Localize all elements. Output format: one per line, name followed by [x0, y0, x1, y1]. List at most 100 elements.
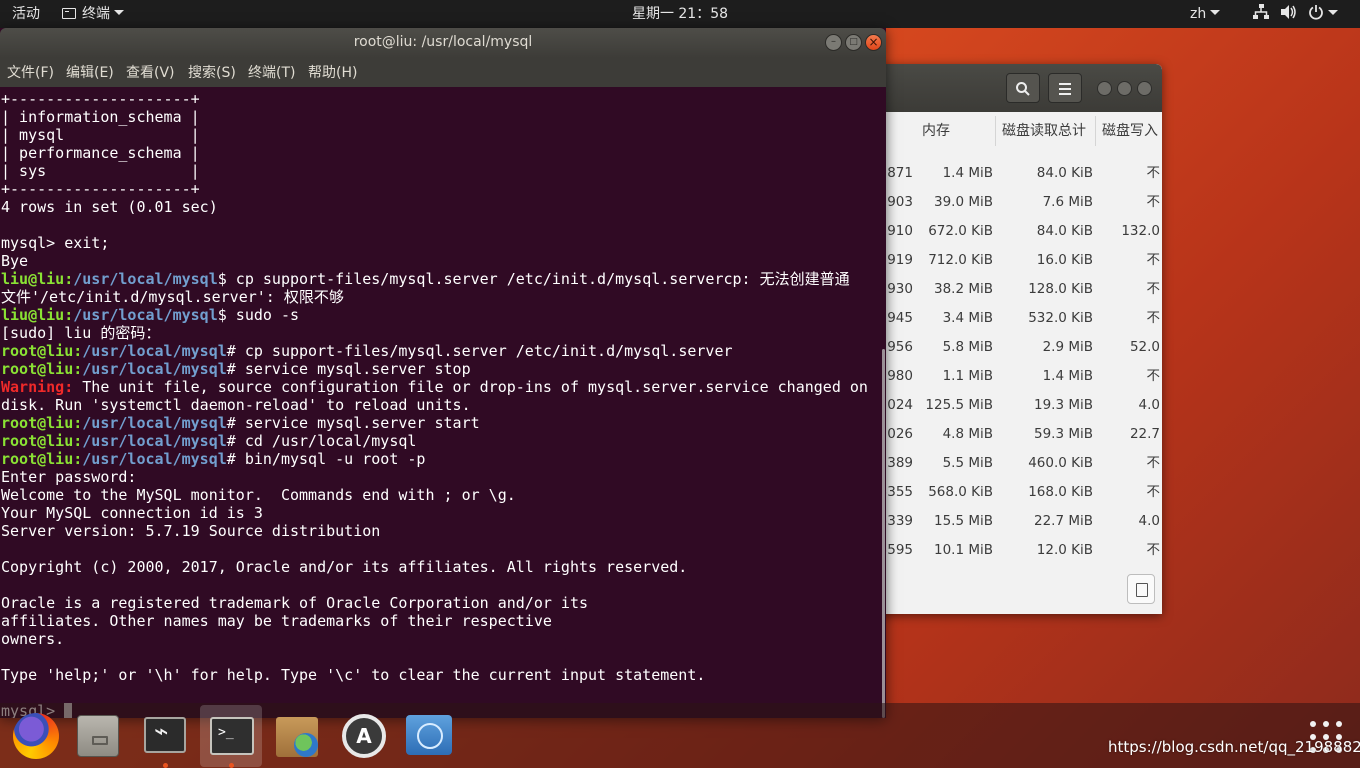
column-header-memory[interactable]: 内存	[916, 116, 996, 146]
cell-write: 不	[1146, 281, 1161, 297]
prompt-path: /usr/local/mysql	[73, 270, 218, 288]
table-row[interactable]: 903 39.0 MiB 7.6 MiB 不	[860, 188, 1162, 217]
line-text: disk. Run 'systemctl daemon-reload' to r…	[1, 396, 471, 414]
end-process-button[interactable]	[1127, 574, 1155, 604]
scrollbar[interactable]	[882, 87, 886, 718]
cell-read: 128.0 KiB	[1028, 281, 1093, 297]
running-indicator	[163, 763, 168, 768]
line-text: | performance_schema |	[1, 144, 200, 162]
line-text: 4 rows in set (0.01 sec)	[1, 198, 218, 216]
prompt-path: /usr/local/mysql	[82, 360, 227, 378]
terminal-icon: >_	[210, 717, 254, 755]
terminal-line: liu@liu:/usr/local/mysql$ sudo -s	[1, 306, 299, 324]
table-row[interactable]: 980 1.1 MiB 1.4 MiB 不	[860, 362, 1162, 391]
table-row[interactable]: 2026 4.8 MiB 59.3 MiB 22.7	[860, 420, 1162, 449]
line-text: service mysql.server stop	[235, 360, 471, 378]
line-text: cp support-files/mysql.server /etc/init.…	[235, 342, 733, 360]
prompt-symbol: #	[226, 360, 236, 378]
table-row[interactable]: 3339 15.5 MiB 22.7 MiB 4.0	[860, 507, 1162, 536]
menu-button[interactable]	[1048, 73, 1082, 103]
table-row[interactable]: 956 5.8 MiB 2.9 MiB 52.0	[860, 333, 1162, 362]
dock-files[interactable]	[67, 705, 129, 767]
dock-software-updater[interactable]: A	[331, 705, 393, 767]
maximize-button[interactable]	[845, 34, 862, 51]
power-menu[interactable]	[1308, 0, 1338, 28]
dock-terminal[interactable]: >_	[200, 705, 262, 768]
input-language-menu[interactable]: zh	[1190, 0, 1221, 28]
terminal-line: +--------------------+	[1, 180, 200, 198]
terminal-line: [sudo] liu 的密码：	[1, 324, 160, 342]
prompt-path: /usr/local/mysql	[82, 432, 227, 450]
world-icon	[406, 715, 452, 755]
terminal-line: Enter password:	[1, 468, 136, 486]
prompt-colon: :	[73, 450, 83, 468]
terminal-line: root@liu:/usr/local/mysql# cp support-fi…	[1, 342, 733, 360]
cell-read: 84.0 KiB	[1036, 165, 1093, 181]
table-row[interactable]: 930 38.2 MiB 128.0 KiB 不	[860, 275, 1162, 304]
column-header-disk-write[interactable]: 磁盘写入	[1096, 116, 1162, 146]
menu-help[interactable]: 帮助(H)	[308, 58, 357, 89]
menu-search[interactable]: 搜索(S)	[188, 58, 236, 89]
cell-mem: 568.0 KiB	[928, 484, 993, 500]
cell-write: 不	[1146, 310, 1161, 326]
minimize-button[interactable]	[825, 34, 842, 51]
line-text: service mysql.server start	[235, 414, 480, 432]
app-menu[interactable]: 终端	[62, 0, 124, 28]
table-row[interactable]: 871 1.4 MiB 84.0 KiB 不	[860, 159, 1162, 188]
cell-mem: 3.4 MiB	[942, 310, 993, 326]
cell-mem: 5.8 MiB	[942, 339, 993, 355]
table-row[interactable]: 2389 5.5 MiB 460.0 KiB 不	[860, 449, 1162, 478]
network-icon[interactable]	[1252, 0, 1270, 28]
dock-world-app[interactable]	[396, 705, 458, 767]
cell-mem: 39.0 MiB	[933, 194, 993, 210]
chevron-down-icon	[114, 10, 124, 15]
prompt-user: liu@liu	[1, 306, 65, 324]
terminal-line: Welcome to the MySQL monitor. Commands e…	[1, 486, 516, 504]
table-row[interactable]: 3355 568.0 KiB 168.0 KiB 不	[860, 478, 1162, 507]
activities-button[interactable]: 活动	[12, 0, 40, 28]
terminal-line: owners.	[1, 630, 64, 648]
menu-view[interactable]: 查看(V)	[126, 58, 175, 89]
terminal-line: root@liu:/usr/local/mysql# service mysql…	[1, 414, 480, 432]
software-box-icon	[276, 717, 318, 757]
minimize-button[interactable]	[1097, 81, 1112, 96]
cell-read: 16.0 KiB	[1036, 252, 1093, 268]
maximize-button[interactable]	[1117, 81, 1132, 96]
table-row[interactable]: 3595 10.1 MiB 12.0 KiB 不	[860, 536, 1162, 565]
line-text: Type 'help;' or '\h' for help. Type '\c'…	[1, 666, 706, 684]
cell-write: 52.0	[1129, 339, 1160, 355]
table-row[interactable]: 919 712.0 KiB 16.0 KiB 不	[860, 246, 1162, 275]
terminal-line: mysql> exit;	[1, 234, 109, 252]
volume-icon[interactable]	[1280, 0, 1298, 28]
terminal-line: Server version: 5.7.19 Source distributi…	[1, 522, 380, 540]
prompt-colon: :	[73, 414, 83, 432]
dock: >_ A	[0, 703, 1360, 768]
line-text: Welcome to the MySQL monitor. Commands e…	[1, 486, 516, 504]
column-header-disk-read[interactable]: 磁盘读取总计	[996, 116, 1096, 146]
table-row[interactable]: 2024 125.5 MiB 19.3 MiB 4.0	[860, 391, 1162, 420]
cell-read: 12.0 KiB	[1036, 542, 1093, 558]
dock-firefox[interactable]	[3, 705, 65, 767]
dock-software[interactable]	[264, 705, 326, 767]
prompt-path: /usr/local/mysql	[82, 414, 227, 432]
table-row[interactable]: 910 672.0 KiB 84.0 KiB 132.0	[860, 217, 1162, 246]
clock[interactable]: 星期一 21：58	[632, 6, 728, 22]
terminal-output[interactable]: +--------------------+ | information_sche…	[0, 87, 884, 718]
running-indicator	[229, 763, 234, 768]
menu-edit[interactable]: 编辑(E)	[66, 58, 114, 89]
menu-file[interactable]: 文件(F)	[7, 58, 54, 89]
line-text: 文件'/etc/init.d/mysql.server': 权限不够	[1, 288, 344, 306]
line-text: The unit file, source configuration file…	[73, 378, 868, 396]
prompt-symbol: $	[217, 270, 227, 288]
dock-system-monitor[interactable]	[133, 705, 195, 768]
table-row[interactable]: 945 3.4 MiB 532.0 KiB 不	[860, 304, 1162, 333]
menu-terminal[interactable]: 终端(T)	[248, 58, 295, 89]
search-button[interactable]	[1006, 73, 1040, 103]
files-icon	[77, 715, 119, 757]
close-button[interactable]	[865, 34, 882, 51]
cell-write: 4.0	[1138, 513, 1160, 529]
software-updater-icon: A	[342, 714, 386, 758]
prompt-symbol: #	[226, 450, 236, 468]
close-button[interactable]	[1137, 81, 1152, 96]
window-title[interactable]: root@liu: /usr/local/mysql	[0, 28, 886, 58]
